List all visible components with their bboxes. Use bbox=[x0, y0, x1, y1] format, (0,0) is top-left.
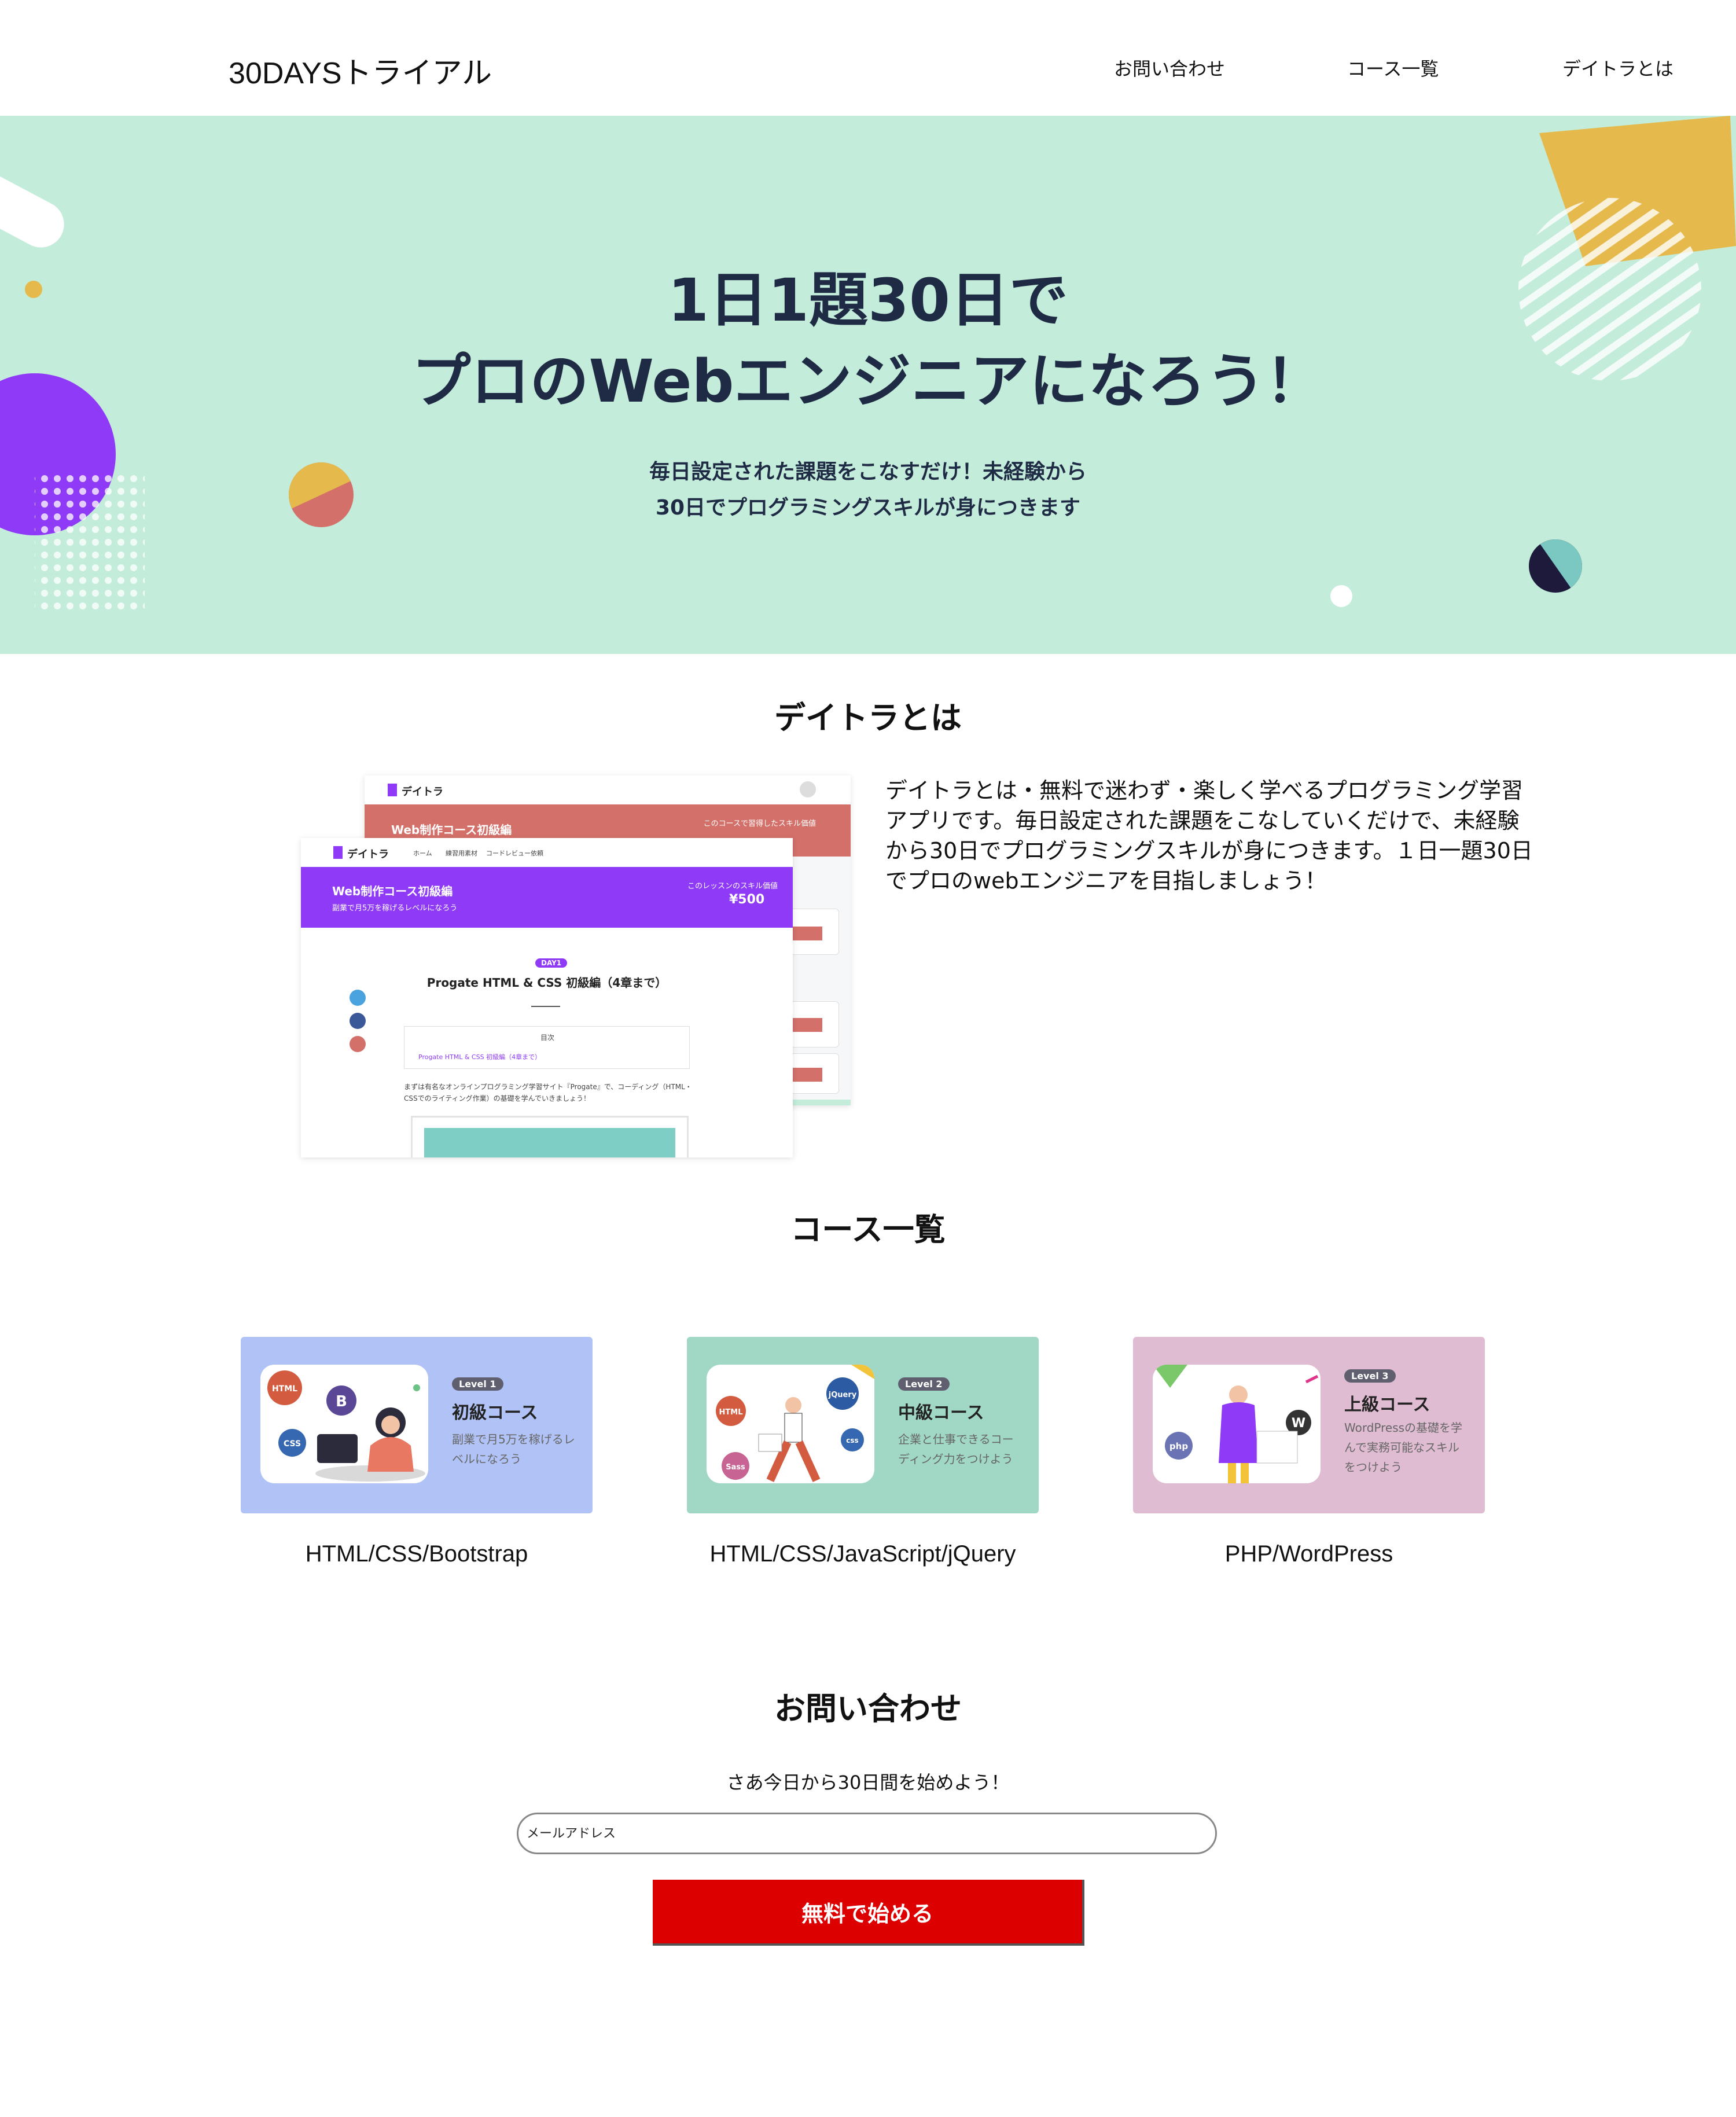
app-screenshot: デイトラ Web制作コース初級編 このコースで習得したスキル価値 デイトラ ホー… bbox=[301, 776, 851, 1157]
course-banner[interactable]: HTML B CSS Level 1 初級コース 副業で月5万を稼げるレベルにな… bbox=[241, 1337, 593, 1513]
course-level-badge: Level 2 bbox=[898, 1377, 950, 1391]
site-header: 30DAYSトライアル お問い合わせ コース一覧 デイトラとは bbox=[0, 0, 1736, 116]
lesson-body-text: まずは有名なオンラインプログラミング学習サイト『Progate』で、コーディング… bbox=[404, 1083, 692, 1102]
about-title: デイトラとは bbox=[774, 700, 962, 736]
hero-title-line2: プロのWebエンジニアになろう！ bbox=[411, 347, 1325, 416]
day-badge: DAY1 bbox=[535, 958, 568, 968]
course-banner[interactable]: php W Level 3 上級コース WordPressの基礎を学んで実務可能… bbox=[1133, 1337, 1485, 1513]
hero-title: 1日1題30日で プロのWebエンジニアになろう！ bbox=[0, 260, 1736, 422]
course-level-badge: Level 1 bbox=[452, 1377, 503, 1391]
course-card-beginner[interactable]: HTML B CSS Level 1 初級コース 副業で月5万を稼げるレベルにな… bbox=[241, 1337, 593, 1567]
courses-title: コース一覧 bbox=[790, 1211, 946, 1248]
hero-subtitle-line2: 30日でプログラミングスキルが身につきます bbox=[655, 496, 1081, 520]
email-input[interactable] bbox=[517, 1813, 1217, 1854]
nav-link-courses[interactable]: コース一覧 bbox=[1347, 54, 1439, 81]
course-description: 副業で月5万を稼げるレベルになろう bbox=[452, 1432, 575, 1466]
front-brand: デイトラ bbox=[347, 848, 389, 861]
course-level-badge: Level 3 bbox=[1344, 1369, 1396, 1383]
table-of-contents: 目次 Progate HTML & CSS 初級編（4章まで） bbox=[404, 1026, 690, 1069]
badge-jquery: jQuery bbox=[828, 1391, 857, 1399]
share-facebook-icon[interactable] bbox=[350, 1013, 366, 1029]
back-banner-note: このコースで習得したスキル価値 bbox=[703, 819, 816, 828]
course-name: 上級コース bbox=[1344, 1395, 1430, 1415]
back-brand: デイトラ bbox=[402, 786, 443, 798]
contact-lead: さあ今日から30日間を始めよう！ bbox=[726, 1771, 1010, 1793]
toc-item[interactable]: Progate HTML & CSS 初級編（4章まで） bbox=[418, 1052, 541, 1061]
course-description: WordPressの基礎を学んで実務可能なスキルをつけよう bbox=[1344, 1421, 1463, 1474]
course-illustration: php W bbox=[1153, 1365, 1321, 1483]
badge-css: css bbox=[846, 1436, 858, 1445]
course-tech-label[interactable]: PHP/WordPress bbox=[1133, 1541, 1485, 1567]
course-name: 初級コース bbox=[452, 1403, 538, 1423]
badge-html: HTML bbox=[272, 1384, 297, 1394]
front-nav-materials: 練習用素材 bbox=[446, 850, 477, 857]
front-nav-review: コードレビュー依頼 bbox=[486, 850, 543, 857]
course-name: 中級コース bbox=[898, 1403, 984, 1423]
badge-html: HTML bbox=[719, 1408, 743, 1417]
contact-title: お問い合わせ bbox=[774, 1690, 962, 1727]
front-banner-note: このレッスンのスキル価値 bbox=[687, 882, 778, 891]
nav-link-about[interactable]: デイトラとは bbox=[1562, 54, 1674, 81]
course-illustration: HTML B CSS bbox=[260, 1365, 428, 1483]
front-banner-title: Web制作コース初級編 bbox=[332, 884, 453, 898]
badge-wordpress: W bbox=[1292, 1416, 1305, 1431]
screenshot-front: デイトラ ホーム 練習用素材 コードレビュー依頼 Web制作コース初級編 副業で… bbox=[301, 838, 793, 1157]
course-tech-label[interactable]: HTML/CSS/Bootstrap bbox=[241, 1541, 593, 1567]
start-free-button[interactable]: 無料で始める bbox=[653, 1880, 1084, 1946]
badge-bootstrap: B bbox=[336, 1393, 347, 1410]
course-card-advanced[interactable]: php W Level 3 上級コース WordPressの基礎を学んで実務可能… bbox=[1133, 1337, 1485, 1567]
course-card-intermediate[interactable]: HTML jQuery Sass css Level 2 中級コース 企業と仕事… bbox=[687, 1337, 1039, 1567]
share-twitter-icon[interactable] bbox=[350, 990, 366, 1006]
about-description: デイトラとは・無料で迷わず・楽しく学べるプログラミング学習アプリです。毎日設定さ… bbox=[885, 778, 1533, 894]
course-description: 企業と仕事できるコーディング力をつけよう bbox=[898, 1432, 1014, 1466]
course-banner[interactable]: HTML jQuery Sass css Level 2 中級コース 企業と仕事… bbox=[687, 1337, 1039, 1513]
front-banner-sub: 副業で月5万を稼げるレベルになろう bbox=[332, 904, 458, 913]
badge-sass: Sass bbox=[726, 1463, 745, 1472]
front-nav-home: ホーム bbox=[413, 850, 432, 857]
badge-php: php bbox=[1169, 1441, 1188, 1451]
site-logo[interactable]: 30DAYSトライアル bbox=[229, 49, 492, 92]
front-banner-price: ¥500 bbox=[729, 892, 765, 907]
course-illustration: HTML jQuery Sass css bbox=[707, 1365, 874, 1483]
hero-title-line1: 1日1題30日で bbox=[668, 266, 1068, 335]
hero-subtitle-line1: 毎日設定された課題をこなすだけ！未経験から bbox=[649, 460, 1087, 484]
lesson-title: Progate HTML & CSS 初級編（4章まで） bbox=[426, 976, 667, 990]
hero-subtitle: 毎日設定された課題をこなすだけ！未経験から 30日でプログラミングスキルが身につ… bbox=[0, 454, 1736, 526]
nav-link-contact[interactable]: お問い合わせ bbox=[1114, 54, 1225, 81]
course-tech-label[interactable]: HTML/CSS/JavaScript/jQuery bbox=[687, 1541, 1039, 1567]
back-banner-title: Web制作コース初級編 bbox=[391, 823, 512, 837]
hero-section: 1日1題30日で プロのWebエンジニアになろう！ 毎日設定された課題をこなすだ… bbox=[0, 116, 1736, 654]
share-link-icon[interactable] bbox=[350, 1036, 366, 1052]
toc-label: 目次 bbox=[540, 1034, 554, 1042]
badge-css: CSS bbox=[284, 1439, 301, 1449]
